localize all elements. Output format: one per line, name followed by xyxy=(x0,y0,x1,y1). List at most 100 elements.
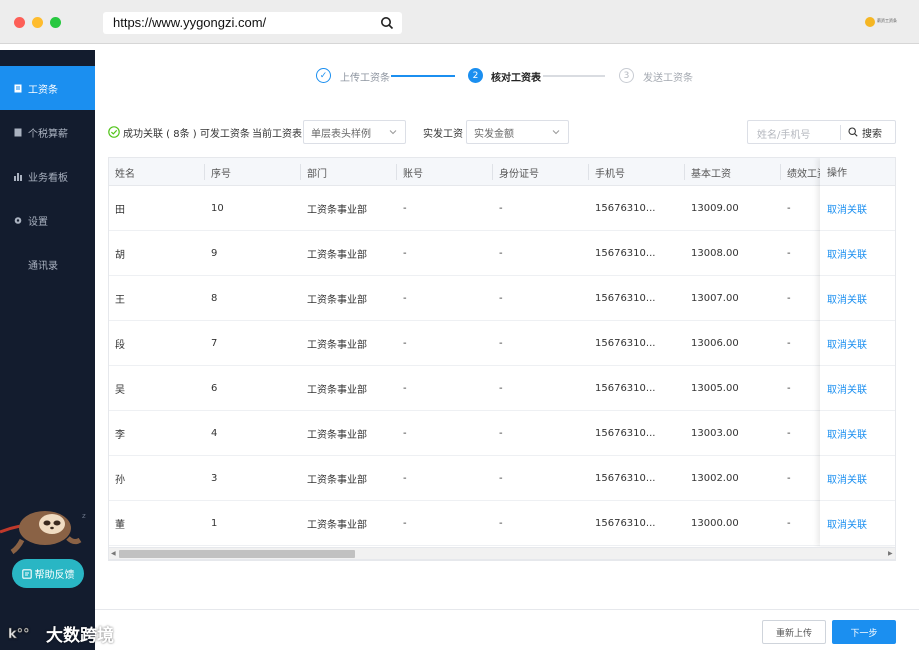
document-icon xyxy=(14,84,22,92)
table-cell: 8 xyxy=(211,293,218,304)
link-status-text: 成功关联 ( 8条 ) 可发工资条 xyxy=(123,129,250,140)
table-row: 李 4 工资条事业部 - - 15676310... 13003.00 - xyxy=(109,411,895,456)
table-cell: - xyxy=(403,518,407,529)
step-connector xyxy=(391,75,455,77)
table-cell: - xyxy=(499,203,503,214)
column-header-id-number[interactable]: 身份证号 xyxy=(493,158,589,186)
table-cell: - xyxy=(403,338,407,349)
table-cell: 13007.00 xyxy=(691,293,739,304)
unlink-button[interactable]: 取消关联 xyxy=(820,411,895,456)
table-row: 田 10 工资条事业部 - - 15676310... 13009.00 - xyxy=(109,186,895,231)
column-header-account[interactable]: 账号 xyxy=(397,158,493,186)
unlink-button[interactable]: 取消关联 xyxy=(820,186,895,231)
sidebar-item-dashboard[interactable]: 业务看板 xyxy=(0,154,95,198)
table-cell: 6 xyxy=(211,383,218,394)
actual-pay-select[interactable]: 实发金额 xyxy=(466,120,569,144)
table-cell: 工资条事业部 xyxy=(307,295,367,306)
table-cell: 13005.00 xyxy=(691,383,739,394)
column-header-label: 账号 xyxy=(403,168,423,180)
table-cell: - xyxy=(403,203,407,214)
table-cell: - xyxy=(787,203,791,214)
sidebar-item-payslip[interactable]: 工资条 xyxy=(0,66,95,110)
table-cell: 15676310... xyxy=(595,428,656,439)
column-header-phone[interactable]: 手机号 xyxy=(589,158,685,186)
watermark-text: 大数跨境 xyxy=(46,625,114,646)
table-cell: 15676310... xyxy=(595,203,656,214)
search-input[interactable]: 姓名/手机号 xyxy=(757,126,810,141)
scroll-left-arrow-icon[interactable]: ◀ xyxy=(111,550,117,558)
search-divider xyxy=(840,125,841,140)
minimize-window-button[interactable] xyxy=(32,17,43,28)
table-cell: 工资条事业部 xyxy=(307,205,367,216)
column-header-performance[interactable]: 绩效工资 xyxy=(781,158,821,186)
svg-text:k°°: k°° xyxy=(8,627,30,641)
search-button[interactable]: 搜索 xyxy=(848,121,896,143)
unlink-button[interactable]: 取消关联 xyxy=(820,321,895,366)
unlink-button[interactable]: 取消关联 xyxy=(820,231,895,276)
payroll-table: 姓名 序号 部门 账号 身份证号 手机号 基本工资 绩效工资 田 10 工资条事业部… xyxy=(108,157,896,561)
search-icon[interactable] xyxy=(380,16,394,30)
column-header-label: 手机号 xyxy=(595,168,625,180)
table-cell: 15676310... xyxy=(595,473,656,484)
scroll-right-arrow-icon[interactable]: ▶ xyxy=(888,550,894,558)
table-cell: 15676310... xyxy=(595,518,656,529)
table-cell: 13002.00 xyxy=(691,473,739,484)
search-button-label: 搜索 xyxy=(862,128,882,140)
column-header-name[interactable]: 姓名 xyxy=(109,158,205,186)
sidebar-item-tax[interactable]: 个税算薪 xyxy=(0,110,95,154)
column-header-label: 部门 xyxy=(307,168,327,180)
address-bar[interactable]: https://www.yygongzi.com/ xyxy=(103,12,402,34)
next-step-button[interactable]: 下一步 xyxy=(832,620,896,644)
table-cell: - xyxy=(403,383,407,394)
step-2-number: 2 xyxy=(468,68,483,83)
table-cell: 王 xyxy=(115,295,125,306)
brand-logo-icon xyxy=(865,17,875,27)
chevron-down-icon xyxy=(552,130,560,135)
unlink-button[interactable]: 取消关联 xyxy=(820,501,895,546)
table-cell: - xyxy=(499,293,503,304)
unlink-button[interactable]: 取消关联 xyxy=(820,456,895,501)
table-cell: 1 xyxy=(211,518,218,529)
calculator-icon xyxy=(14,128,22,136)
sidebar-item-label: 工资条 xyxy=(28,84,58,96)
close-window-button[interactable] xyxy=(14,17,25,28)
table-cell: - xyxy=(787,428,791,439)
column-header-department[interactable]: 部门 xyxy=(301,158,397,186)
table-cell: 董 xyxy=(115,520,125,531)
table-cell: - xyxy=(499,338,503,349)
table-cell: - xyxy=(787,293,791,304)
step-3-label: 发送工资条 xyxy=(643,73,693,84)
scrollbar-thumb[interactable] xyxy=(119,550,355,558)
maximize-window-button[interactable] xyxy=(50,17,61,28)
help-feedback-button[interactable]: 帮助反馈 xyxy=(12,559,84,588)
horizontal-scrollbar[interactable]: ◀ ▶ xyxy=(108,547,896,560)
column-header-base-salary[interactable]: 基本工资 xyxy=(685,158,781,186)
current-sheet-select[interactable]: 单层表头样例 xyxy=(303,120,406,144)
chevron-down-icon xyxy=(389,130,397,135)
table-cell: - xyxy=(787,338,791,349)
table-row: 胡 9 工资条事业部 - - 15676310... 13008.00 - xyxy=(109,231,895,276)
column-header-index[interactable]: 序号 xyxy=(205,158,301,186)
unlink-button[interactable]: 取消关联 xyxy=(820,366,895,411)
main-content: ✓ 上传工资条 2 核对工资表 3 发送工资条 成功关联 ( 8条 ) 可发工资… xyxy=(95,44,919,650)
table-cell: 10 xyxy=(211,203,224,214)
column-header-operation: 操作 xyxy=(820,158,895,186)
unlink-button[interactable]: 取消关联 xyxy=(820,276,895,321)
sidebar-item-contacts[interactable]: 通讯录 xyxy=(0,242,95,286)
table-cell: - xyxy=(499,383,503,394)
sidebar-item-settings[interactable]: 设置 xyxy=(0,198,95,242)
sloth-mascot-icon: z xyxy=(0,511,86,555)
table-cell: 15676310... xyxy=(595,338,656,349)
table-cell: 7 xyxy=(211,338,218,349)
column-header-label: 身份证号 xyxy=(499,168,539,180)
step-3-number: 3 xyxy=(619,68,634,83)
table-row: 吴 6 工资条事业部 - - 15676310... 13005.00 - xyxy=(109,366,895,411)
watermark-logo-icon: k°° xyxy=(8,627,30,641)
table-row: 王 8 工资条事业部 - - 15676310... 13007.00 - xyxy=(109,276,895,321)
watermark: k°° 大数跨境 xyxy=(8,622,114,646)
table-cell: 15676310... xyxy=(595,383,656,394)
success-check-icon xyxy=(108,126,120,138)
reupload-button[interactable]: 重新上传 xyxy=(762,620,826,644)
column-header-label: 姓名 xyxy=(115,168,135,180)
operation-column: 操作 取消关联 取消关联 取消关联 取消关联 取消关联 取消关联 取消关联 取消关联 xyxy=(820,158,895,546)
